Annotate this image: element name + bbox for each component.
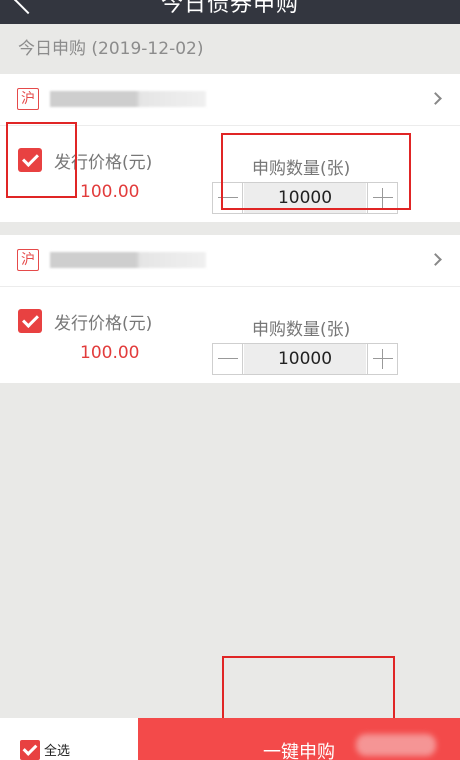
bond-card-header[interactable]: 沪 [0,235,460,287]
minus-icon[interactable] [213,183,243,213]
nav-bar: 今日债券申购 [0,0,460,24]
select-all-label: 全选 [44,744,71,759]
quantity-label: 申购数量(张) [252,159,351,179]
subscribe-button-label: 一键申购 [263,742,335,760]
bond-name-redacted [50,91,206,107]
quantity-input[interactable]: 10000 [244,183,366,213]
one-click-subscribe-button[interactable]: 一键申购 [138,718,460,760]
date-subheader: 今日申购 (2019-12-02) [0,24,460,74]
price-value: 100.00 [80,182,140,202]
bond-checkbox[interactable] [18,148,42,172]
redacted-count [356,734,436,756]
plus-icon[interactable] [367,183,397,213]
minus-icon[interactable] [213,344,243,374]
page-title: 今日债券申购 [160,0,299,17]
bond-card-body: 发行价格(元) 100.00 申购数量(张) 10000 [0,126,460,222]
bond-card: 沪 发行价格(元) 100.00 申购数量(张) 10000 [0,235,460,383]
select-all-toggle[interactable]: 全选 [0,718,138,760]
plus-icon[interactable] [367,344,397,374]
chevron-right-icon [429,92,442,105]
bond-card-header[interactable]: 沪 [0,74,460,126]
bond-card: 沪 发行价格(元) 100.00 申购数量(张) 10000 [0,74,460,222]
price-label: 发行价格(元) [54,153,153,173]
select-all-checkbox[interactable] [20,740,40,760]
chevron-right-icon [429,253,442,266]
quantity-stepper: 10000 [212,343,398,375]
market-badge: 沪 [17,249,39,271]
market-badge: 沪 [17,88,39,110]
bond-card-body: 发行价格(元) 100.00 申购数量(张) 10000 [0,287,460,383]
bottom-action-bar: 全选 一键申购 [0,718,460,760]
price-label: 发行价格(元) [54,314,153,334]
quantity-stepper: 10000 [212,182,398,214]
bond-name-redacted [50,252,206,268]
quantity-label: 申购数量(张) [252,320,351,340]
price-value: 100.00 [80,343,140,363]
bond-checkbox[interactable] [18,309,42,333]
quantity-input[interactable]: 10000 [244,344,366,374]
